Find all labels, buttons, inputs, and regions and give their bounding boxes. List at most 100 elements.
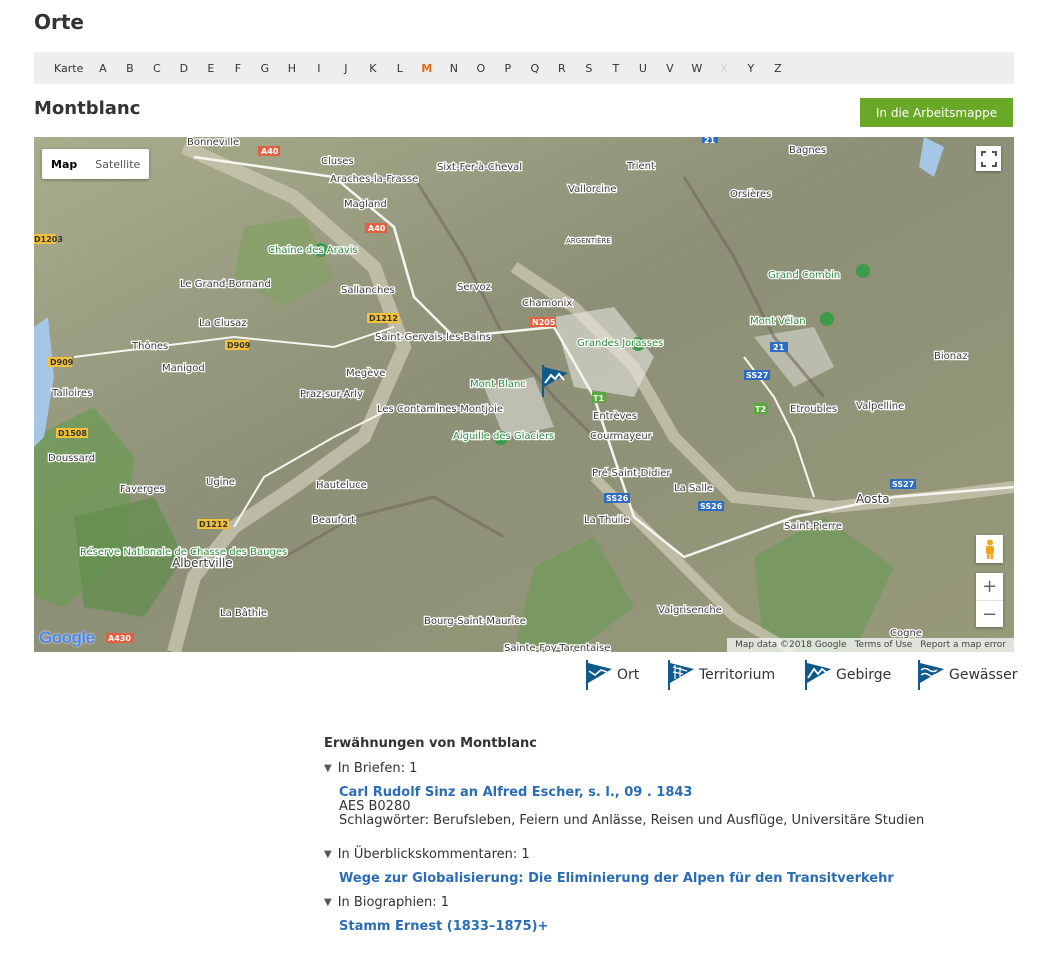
map-place-label: Valgrisenche [658,605,722,616]
map-place-label: Saint-Gervais-les-Bains [375,332,491,343]
map-place-label: Mont Vélan [750,315,806,327]
territory-flag-icon [668,660,694,690]
letter-u[interactable]: U [629,62,656,75]
map-legend: Ort Territorium Gebirge Gewässer [0,656,1017,692]
letter-r[interactable]: R [548,62,575,75]
map-place-label: Faverges [120,484,165,495]
letter-b[interactable]: B [116,62,143,75]
map-place-label: Chamonix [522,298,572,309]
google-logo[interactable]: Google [39,628,95,648]
letters-toggle[interactable]: ▼ In Briefen: 1 [324,761,417,776]
map-place-label: Valpelline [856,401,904,412]
biography-link[interactable]: Stamm Ernest (1833–1875)+ [339,919,548,934]
street-view-pegman-button[interactable] [976,535,1003,563]
letter-k[interactable]: K [359,62,386,75]
letter-o[interactable]: O [467,62,494,75]
letter-z[interactable]: Z [764,62,791,75]
letter-g[interactable]: G [251,62,278,75]
map-place-label: Megève [346,367,385,379]
map-terrain[interactable]: A40 A40 D1203 D1212 N205 D909 D909 SS26 … [34,137,1014,652]
add-to-workbook-button[interactable]: In die Arbeitsmappe [860,98,1013,127]
biographies-toggle[interactable]: ▼ In Biographien: 1 [324,895,449,910]
letter-s[interactable]: S [575,62,602,75]
letter-h[interactable]: H [278,62,305,75]
terms-of-use-link[interactable]: Terms of Use [855,640,913,650]
letter-f[interactable]: F [224,62,251,75]
letter-m[interactable]: M [413,62,440,75]
biographies-count-label: In Biographien: 1 [337,895,450,910]
map-place-label: La Salle [674,483,713,494]
mentions-heading: Erwähnungen von Montblanc [324,736,538,751]
map-place-label: Araches-la-Frasse [330,174,418,185]
map-place-label: Ugine [206,477,235,488]
map-place-label: Le Grand-Bornand [180,279,271,290]
letter-p[interactable]: P [494,62,521,75]
overview-toggle[interactable]: ▼ In Überblickskommentaren: 1 [324,847,530,862]
map-place-label: Grandes Jorasses [577,338,663,349]
map-place-label: Hauteluce [316,480,367,491]
road-label: 21 [773,343,785,352]
road-label: D909 [50,358,74,367]
place-flag-icon [586,660,612,690]
road-label: D1203 [34,235,63,244]
road-label: T1 [593,394,604,403]
zoom-out-button[interactable]: − [976,601,1003,628]
letter-link[interactable]: Carl Rudolf Sinz an Alfred Escher, s. l.… [339,785,692,800]
minus-icon: − [981,604,998,625]
peak-marker-icon [856,264,870,278]
map-place-label: La Thuile [584,515,629,526]
map-place-label: Servoz [457,282,491,293]
zoom-in-button[interactable]: + [976,573,1003,601]
road-label: SS27 [746,371,768,380]
fullscreen-button[interactable] [976,146,1001,171]
google-logo-text: Google [39,628,95,647]
mentions-section: Erwähnungen von Montblanc ▼ In Briefen: … [324,736,1024,934]
map-place-label: Sainte-Foy-Tarentaise [504,643,610,652]
plus-icon: + [981,576,998,597]
legend-item-gewaesser: Gewässer [917,658,1017,692]
map-footer: Map data ©2018 Google Terms of Use Repor… [727,638,1014,652]
map-place-label: Magland [344,199,387,210]
road-label: SS26 [700,502,723,511]
overview-link[interactable]: Wege zur Globalisierung: Die Eliminierun… [339,871,894,886]
letter-t[interactable]: T [602,62,629,75]
map-place-label: La Bâthie [220,607,267,619]
road-label: N205 [532,318,556,327]
letter-y[interactable]: Y [737,62,764,75]
letter-signature: AES B0280 [339,799,411,814]
map-place-label: Aosta [856,492,890,506]
map-place-label: Albertville [172,556,233,570]
letter-d[interactable]: D [170,62,197,75]
map-data-attribution: Map data ©2018 Google [735,640,847,650]
zoom-control: + − [976,573,1003,627]
letter-e[interactable]: E [197,62,224,75]
map-place-label: ARGENTIÈRE [566,236,611,245]
map-place-label: Sallanches [341,285,395,296]
map-type-map-button[interactable]: Map [42,149,86,179]
letter-q[interactable]: Q [521,62,548,75]
letter-c[interactable]: C [143,62,170,75]
letter-i[interactable]: I [305,62,332,75]
map-type-satellite-button[interactable]: Satellite [86,149,149,179]
letter-v[interactable]: V [656,62,683,75]
road-label: A40 [368,224,386,233]
report-map-error-link[interactable]: Report a map error [920,640,1006,650]
triangle-down-icon: ▼ [324,897,332,908]
map-place-label: Praz-sur-Arly [300,389,363,400]
map-place-label: Entrèves [593,410,637,422]
map-place-label: Orsières [730,188,771,200]
legend-label: Ort [617,667,640,683]
letter-j[interactable]: J [332,62,359,75]
triangle-down-icon: ▼ [324,763,332,774]
alphabet-map-link[interactable]: Karte [54,62,83,75]
map-view[interactable]: A40 A40 D1203 D1212 N205 D909 D909 SS26 … [34,137,1014,652]
road-label: D909 [227,341,251,350]
mountain-flag-icon [805,660,831,690]
road-label: T2 [755,405,766,414]
letter-a[interactable]: A [89,62,116,75]
letter-l[interactable]: L [386,62,413,75]
letter-keywords: Schlagwörter: Berufsleben, Feiern und An… [339,813,925,828]
legend-label: Gewässer [949,667,1018,683]
letter-w[interactable]: W [683,62,710,75]
letter-n[interactable]: N [440,62,467,75]
